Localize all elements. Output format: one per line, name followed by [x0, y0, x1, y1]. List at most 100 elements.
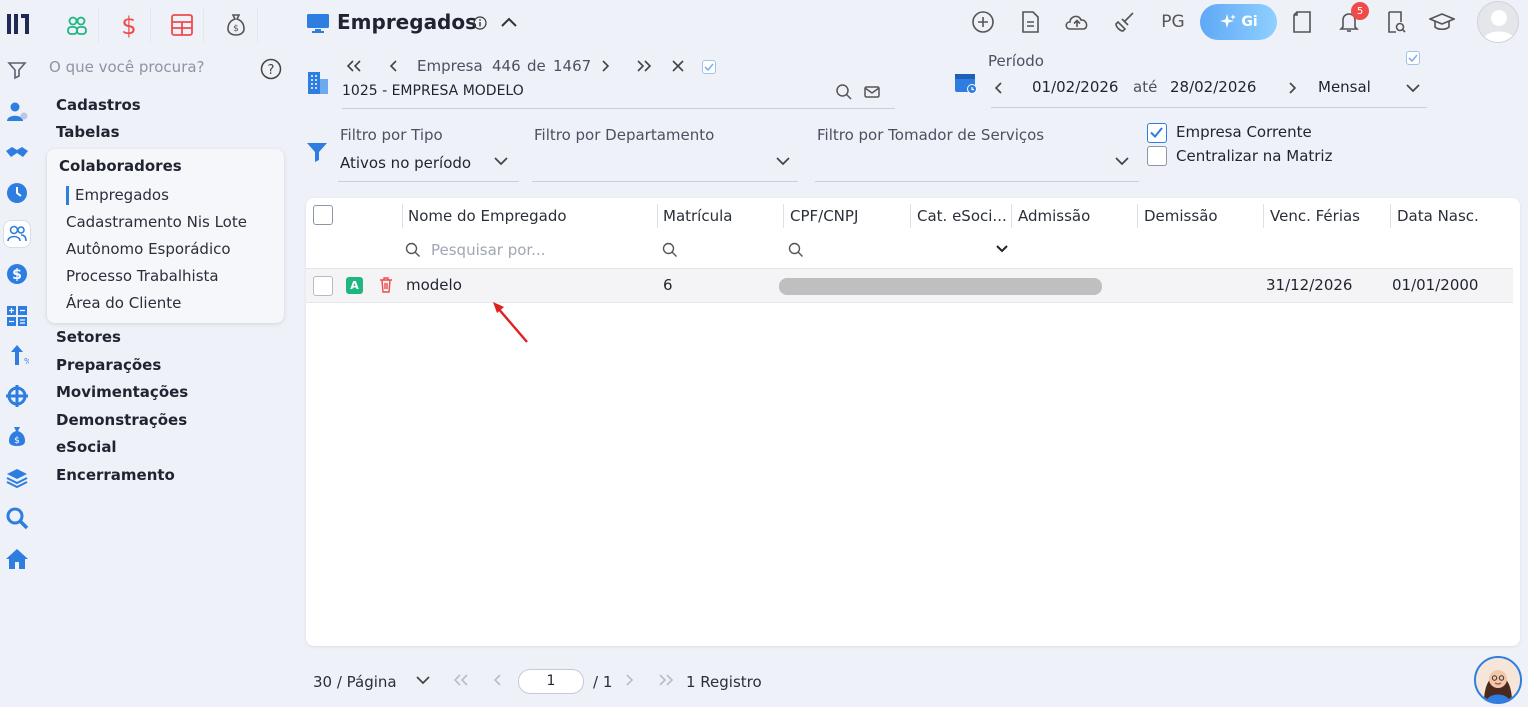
module-tab-accounting[interactable]: [160, 7, 204, 43]
brand-logo-icon[interactable]: [5, 10, 33, 38]
column-separator[interactable]: [1263, 204, 1264, 228]
filter-department-chevron-icon[interactable]: [774, 153, 792, 169]
menu-preparacoes[interactable]: Preparações: [56, 356, 161, 374]
submenu-item-nis-lote[interactable]: Cadastramento Nis Lote: [66, 213, 247, 231]
graduation-cap-icon[interactable]: [1428, 8, 1456, 36]
period-next-icon[interactable]: [1284, 80, 1300, 96]
menu-cadastros[interactable]: Cadastros: [56, 96, 141, 114]
select-all-checkbox[interactable]: [313, 205, 333, 225]
submenu-item-area-cliente[interactable]: Área do Cliente: [66, 294, 181, 312]
row-checkbox[interactable]: [313, 276, 333, 296]
chevron-down-icon[interactable]: [1404, 80, 1422, 96]
broom-icon[interactable]: [1111, 8, 1139, 36]
column-header-cpf[interactable]: CPF/CNPJ: [790, 207, 858, 225]
search-icon[interactable]: [4, 505, 30, 531]
user-settings-icon[interactable]: [4, 99, 30, 125]
filter-type-select[interactable]: Ativos no período: [340, 154, 471, 172]
module-tab-people[interactable]: [55, 7, 99, 43]
cpf-search-icon[interactable]: [788, 242, 804, 258]
calculator-icon[interactable]: [4, 303, 30, 329]
assistant-avatar[interactable]: [1474, 656, 1522, 704]
report-search-icon[interactable]: [1382, 8, 1410, 36]
add-circle-icon[interactable]: [969, 8, 997, 36]
previous-page-icon[interactable]: [490, 672, 506, 688]
filter-taker-chevron-icon[interactable]: [1113, 153, 1131, 169]
menu-movimentacoes[interactable]: Movimentações: [56, 383, 188, 401]
period-previous-icon[interactable]: [991, 80, 1007, 96]
sidebar-search-input[interactable]: O que você procura?: [49, 58, 205, 76]
submenu-item-empregados[interactable]: Empregados: [75, 186, 169, 204]
period-lock-checkbox[interactable]: [1406, 51, 1420, 65]
dollar-icon[interactable]: $: [4, 261, 30, 287]
menu-tabelas[interactable]: Tabelas: [56, 123, 120, 141]
column-separator[interactable]: [910, 204, 911, 228]
handshake-icon[interactable]: [4, 140, 30, 166]
last-page-icon[interactable]: [656, 672, 676, 688]
column-header-dismissal[interactable]: Demissão: [1144, 207, 1218, 225]
home-icon[interactable]: [4, 546, 30, 572]
close-icon[interactable]: [670, 58, 686, 74]
page-number-input[interactable]: 1: [518, 669, 584, 694]
company-search-icon[interactable]: [835, 83, 853, 101]
matricula-search-icon[interactable]: [662, 242, 678, 258]
user-avatar[interactable]: [1477, 1, 1519, 43]
menu-demonstracoes[interactable]: Demonstrações: [56, 411, 187, 429]
info-icon[interactable]: [473, 16, 487, 30]
name-search-input[interactable]: Pesquisar por...: [431, 241, 546, 259]
current-company-checkbox[interactable]: [1147, 123, 1167, 143]
column-separator[interactable]: [1390, 204, 1391, 228]
company-name[interactable]: 1025 - EMPRESA MODELO: [342, 83, 524, 99]
last-page-icon[interactable]: [634, 58, 654, 74]
submenu-title[interactable]: Colaboradores: [59, 157, 182, 175]
column-header-birth[interactable]: Data Nasc.: [1397, 207, 1479, 225]
document-icon[interactable]: [1016, 8, 1044, 36]
next-icon[interactable]: [597, 58, 613, 74]
column-separator[interactable]: [1137, 204, 1138, 228]
column-header-matricula[interactable]: Matrícula: [663, 207, 732, 225]
company-lock-checkbox[interactable]: [702, 60, 716, 74]
menu-esocial[interactable]: eSocial: [56, 438, 117, 456]
centralize-checkbox[interactable]: [1147, 146, 1167, 166]
period-start[interactable]: 01/02/2026: [1032, 78, 1118, 96]
column-header-admission[interactable]: Admissão: [1018, 207, 1090, 225]
help-icon[interactable]: ?: [260, 58, 282, 80]
category-filter-chevron-icon[interactable]: [995, 242, 1009, 254]
pg-button[interactable]: PG: [1157, 8, 1189, 36]
first-page-icon[interactable]: [344, 58, 364, 74]
period-end[interactable]: 28/02/2026: [1170, 78, 1256, 96]
filter-type-chevron-icon[interactable]: [492, 153, 510, 169]
menu-encerramento[interactable]: Encerramento: [56, 466, 175, 484]
chevron-up-icon[interactable]: [499, 14, 519, 30]
column-header-vacation[interactable]: Venc. Férias: [1270, 207, 1360, 225]
people-icon[interactable]: [4, 221, 30, 247]
module-tab-tax[interactable]: $: [214, 7, 258, 43]
column-separator[interactable]: [657, 204, 658, 228]
gi-assistant-button[interactable]: Gi: [1200, 4, 1277, 40]
layers-icon[interactable]: [4, 465, 30, 491]
column-header-name[interactable]: Nome do Empregado: [408, 207, 567, 225]
column-separator[interactable]: [783, 204, 784, 228]
module-tab-finance[interactable]: $: [107, 7, 151, 43]
money-bag-icon[interactable]: $: [4, 423, 30, 449]
per-page-chevron-icon[interactable]: [414, 672, 432, 688]
trash-icon[interactable]: [377, 276, 395, 294]
submenu-item-processo[interactable]: Processo Trabalhista: [66, 267, 219, 285]
column-separator[interactable]: [1011, 204, 1012, 228]
menu-setores[interactable]: Setores: [56, 328, 121, 346]
cloud-upload-icon[interactable]: [1063, 8, 1091, 36]
next-page-icon[interactable]: [621, 672, 637, 688]
globe-gear-icon[interactable]: [4, 383, 30, 409]
column-separator[interactable]: [402, 204, 403, 228]
first-page-icon[interactable]: [451, 672, 471, 688]
submenu-item-autonomo[interactable]: Autônomo Esporádico: [66, 240, 231, 258]
clock-icon[interactable]: [4, 180, 30, 206]
mail-icon[interactable]: [863, 84, 881, 100]
notes-icon[interactable]: [1288, 8, 1316, 36]
previous-icon[interactable]: [386, 58, 402, 74]
period-mode-select[interactable]: Mensal: [1318, 78, 1371, 96]
filter-icon[interactable]: [4, 57, 30, 83]
per-page-select[interactable]: 30 / Página: [313, 673, 397, 691]
cell-name[interactable]: modelo: [406, 276, 462, 294]
growth-arrow-icon[interactable]: %: [4, 342, 30, 368]
column-header-category[interactable]: Cat. eSoci...: [917, 207, 1007, 225]
